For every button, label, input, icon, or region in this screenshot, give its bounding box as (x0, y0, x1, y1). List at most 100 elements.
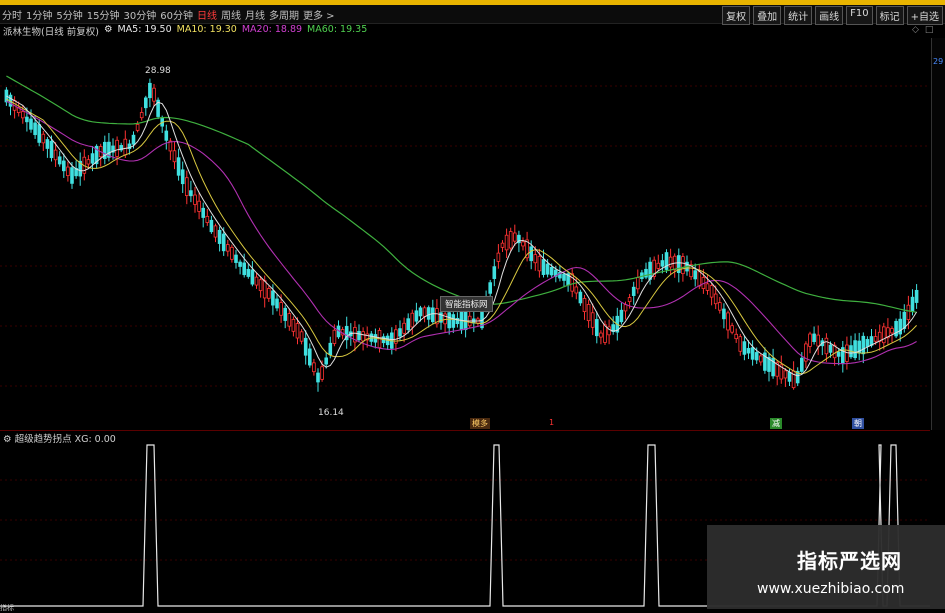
candle-body (898, 318, 902, 335)
candle-body (734, 333, 738, 340)
candle-body (697, 271, 702, 287)
candle-body (783, 370, 788, 379)
candle-body (738, 336, 743, 352)
candle-body (316, 372, 320, 383)
candle-body (595, 319, 599, 337)
f10-button[interactable]: F10 (846, 6, 873, 25)
candle-body (492, 266, 497, 279)
candle-body (213, 225, 218, 238)
pane-divider[interactable] (0, 430, 930, 431)
candle-body (586, 304, 591, 322)
square-icon[interactable]: □ (925, 25, 934, 35)
candlestick-chart[interactable] (0, 36, 930, 430)
tab-weekly[interactable]: 周线 (221, 7, 241, 22)
candle-body (709, 285, 714, 298)
candle-body (250, 269, 255, 285)
candle-body (123, 138, 128, 156)
candle-body (500, 242, 505, 248)
candle-body (578, 291, 583, 304)
tab-60min[interactable]: 60分钟 (160, 7, 193, 22)
candle-body (861, 335, 866, 355)
candle-body (410, 312, 415, 328)
candle-body (533, 254, 538, 264)
candle-body (246, 268, 251, 277)
candle-body (914, 289, 919, 303)
draw-line-button[interactable]: 画线 (815, 6, 844, 25)
candle-body (324, 357, 328, 365)
candle-body (303, 337, 308, 356)
candle-body (172, 150, 177, 163)
tab-15min[interactable]: 15分钟 (87, 7, 120, 22)
candle-body (258, 279, 263, 292)
candle-body (275, 298, 279, 309)
candle-body (20, 111, 25, 119)
candle-body (873, 336, 878, 342)
candle-body (742, 341, 747, 355)
tab-multi-period[interactable]: 多周期 (269, 7, 299, 22)
candle-body (681, 256, 685, 275)
candle-body (865, 339, 870, 347)
add-watchlist-button[interactable]: +自选 (906, 6, 943, 25)
candle-body (882, 326, 886, 344)
tab-5min[interactable]: 5分钟 (56, 7, 82, 22)
candle-body (57, 156, 62, 165)
candle-body (148, 82, 152, 99)
candle-body (537, 255, 542, 272)
tab-fenshi[interactable]: 分时 (2, 7, 22, 22)
axis-top-label: 29 (933, 57, 944, 66)
candle-body (627, 297, 632, 303)
chart-tooltip: 智能指标网 (440, 296, 493, 312)
candle-body (521, 241, 525, 247)
tab-30min[interactable]: 30分钟 (123, 7, 156, 22)
candle-body (29, 118, 33, 130)
candle-body (332, 329, 337, 344)
candle-body (754, 352, 759, 361)
tab-monthly[interactable]: 月线 (245, 7, 265, 22)
candle-body (33, 122, 37, 136)
diamond-icon[interactable]: ◇ (912, 25, 919, 35)
candle-body (328, 342, 333, 355)
candle-body (549, 266, 554, 276)
chart-scroll-controls: ◇ □ (912, 25, 933, 35)
candle-body (488, 282, 492, 294)
watermark-title: 指标严选网 (797, 549, 902, 573)
candle-body (262, 280, 267, 299)
candle-body (234, 254, 238, 263)
candle-body (398, 328, 402, 337)
candle-body (414, 310, 419, 322)
signal-label-2: 1 (549, 418, 555, 427)
candle-body (890, 328, 894, 334)
candle-body (910, 296, 915, 313)
candle-body (238, 261, 242, 267)
candle-body (730, 325, 734, 333)
candle-body (164, 130, 169, 141)
mark-button[interactable]: 标记 (875, 6, 904, 25)
candle-body (590, 312, 595, 328)
stats-button[interactable]: 统计 (784, 6, 813, 25)
tab-1min[interactable]: 1分钟 (26, 7, 52, 22)
tab-daily[interactable]: 日线 (197, 7, 217, 22)
candle-body (570, 273, 574, 292)
candle-body (508, 231, 513, 249)
candle-body (631, 286, 636, 296)
bottom-tab[interactable]: 指标 (0, 603, 14, 613)
overlay-button[interactable]: 叠加 (753, 6, 782, 25)
candle-body (45, 139, 50, 149)
candle-body (189, 190, 193, 197)
candle-body (496, 252, 501, 262)
candle-body (135, 124, 140, 131)
candle-body (152, 87, 156, 102)
candle-body (824, 337, 829, 355)
candle-body (266, 288, 271, 299)
fuquan-button[interactable]: 复权 (722, 6, 751, 25)
candle-body (271, 290, 275, 306)
tab-more[interactable]: 更多 > (303, 7, 335, 22)
candle-body (422, 307, 427, 317)
candle-body (197, 200, 201, 212)
candle-body (230, 246, 234, 260)
candle-body (320, 366, 324, 380)
candle-body (62, 160, 66, 172)
candle-body (447, 312, 451, 329)
candle-body (648, 261, 652, 280)
candle-body (603, 324, 607, 343)
